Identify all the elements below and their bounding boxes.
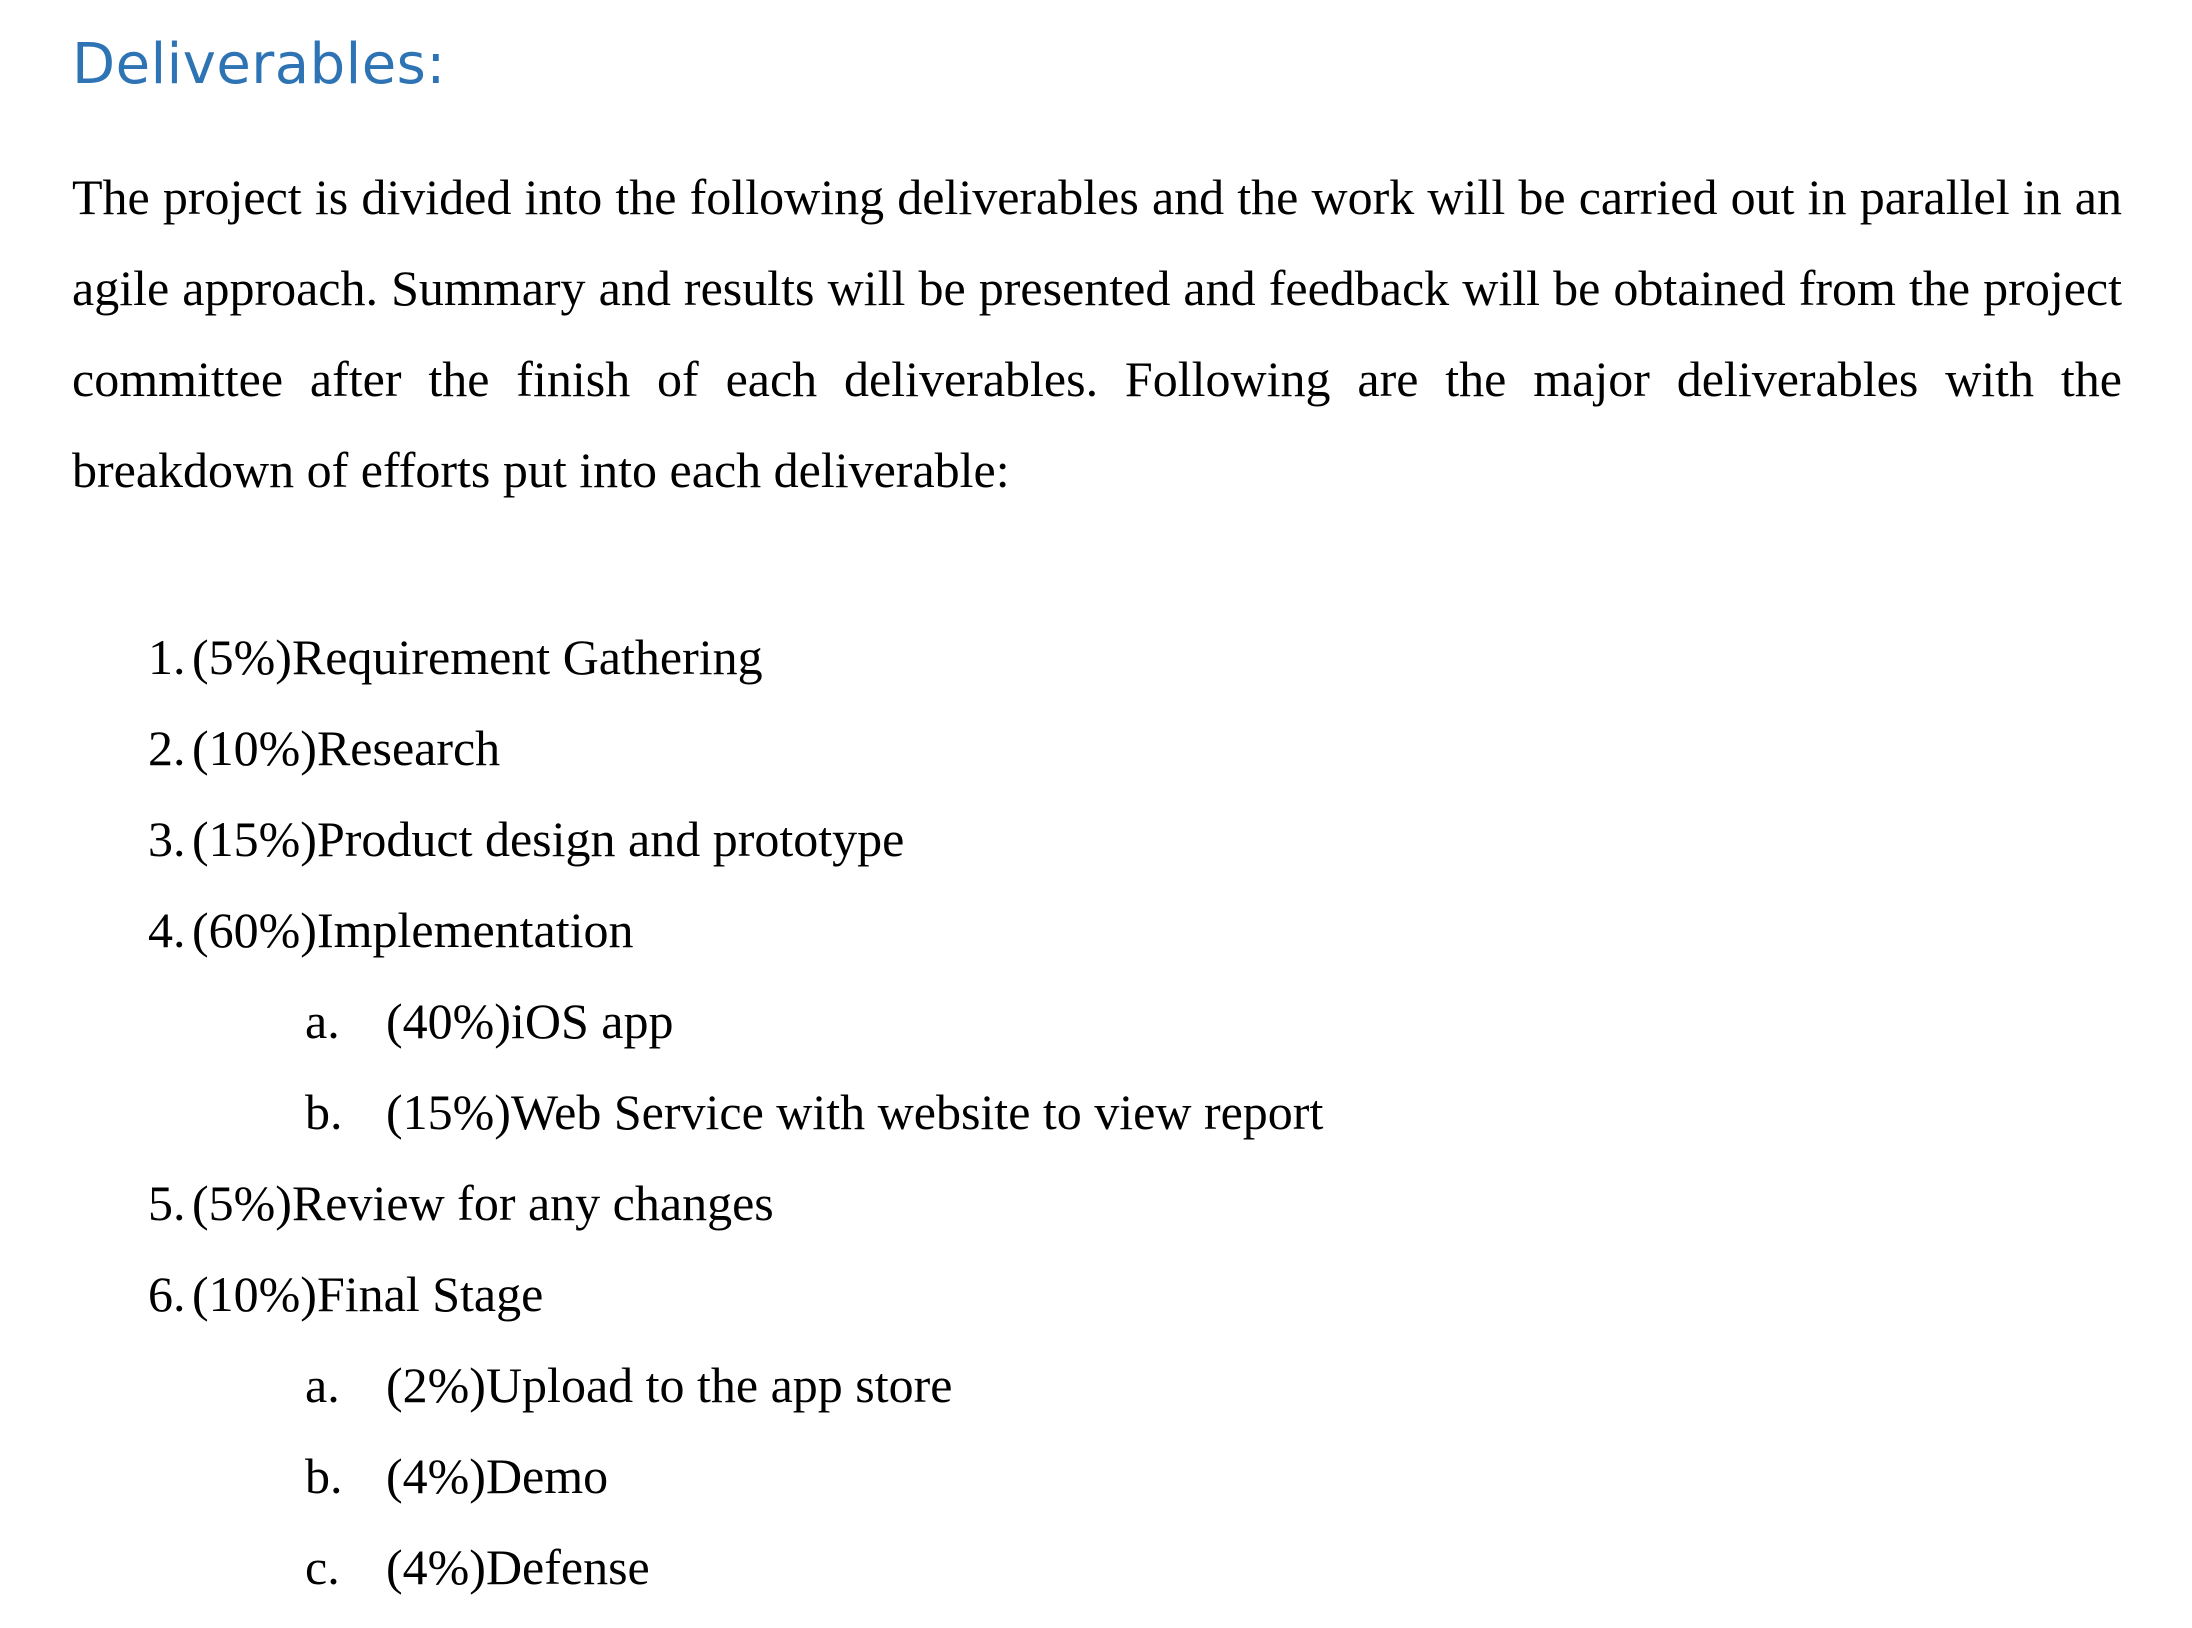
list-marker: b. (305, 1448, 343, 1504)
list-marker: 1. (148, 629, 186, 685)
list-marker: 5. (148, 1175, 186, 1231)
deliverable-text: (15%)Web Service with website to view re… (386, 1084, 1324, 1140)
list-marker: a. (305, 993, 340, 1049)
deliverable-text: (10%)Research (192, 720, 501, 776)
list-marker: b. (305, 1084, 343, 1140)
deliverable-text: (10%)Final Stage (192, 1266, 544, 1322)
deliverable-text: (5%)Review for any changes (192, 1175, 774, 1231)
deliverable-text: (40%)iOS app (386, 993, 674, 1049)
list-marker: 2. (148, 720, 186, 776)
list-marker: 3. (148, 811, 186, 867)
deliverable-text: (60%)Implementation (192, 902, 634, 958)
deliverable-text: (4%)Demo (386, 1448, 609, 1504)
deliverable-text: (2%)Upload to the app store (386, 1357, 953, 1413)
section-heading: Deliverables: (72, 32, 446, 97)
deliverable-text: (15%)Product design and prototype (192, 811, 905, 867)
document-page: Deliverables: The project is divided int… (0, 0, 2192, 1628)
list-marker: a. (305, 1357, 340, 1413)
deliverable-text: (5%)Requirement Gathering (192, 629, 763, 685)
list-marker: 6. (148, 1266, 186, 1322)
list-marker: 4. (148, 902, 186, 958)
deliverable-text: (4%)Defense (386, 1539, 650, 1595)
list-marker: c. (305, 1539, 340, 1595)
intro-paragraph: The project is divided into the followin… (72, 169, 2122, 498)
